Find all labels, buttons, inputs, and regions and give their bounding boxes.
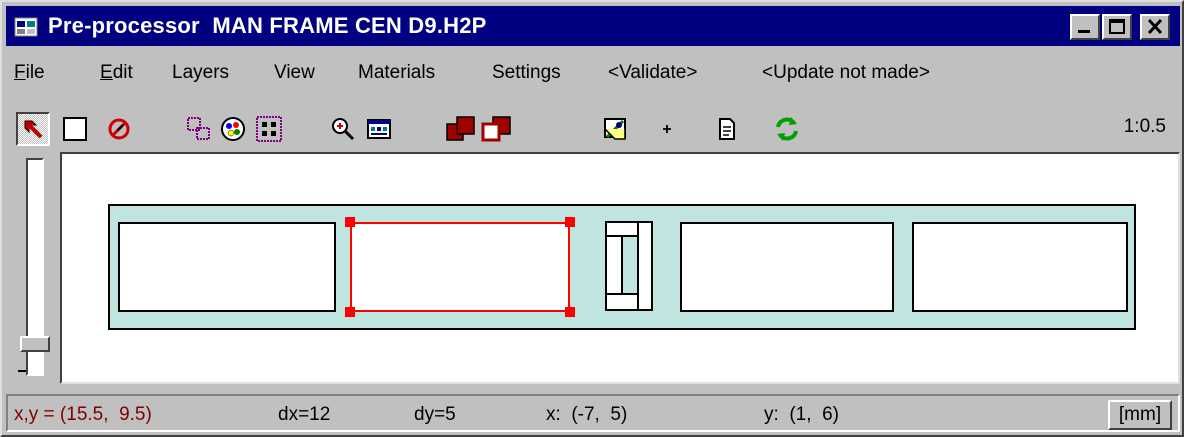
toolbar: 1:0.5	[6, 106, 1180, 152]
materials-button[interactable]	[216, 112, 250, 146]
app-window: Pre-processor MAN FRAME CEN D9.H2P File …	[0, 0, 1184, 437]
menu-file-accel: F	[14, 62, 26, 83]
filled-squares-button[interactable]	[444, 112, 478, 146]
x-range-readout: x: (-7, 5)	[546, 404, 628, 425]
grid-button[interactable]	[252, 112, 286, 146]
export-button[interactable]	[598, 112, 632, 146]
minimize-button[interactable]	[1070, 14, 1100, 40]
rectangle-tool-button[interactable]	[58, 112, 92, 146]
status-bar: x,y = (15.5, 9.5) dx=12 dy=5 x: (-7, 5) …	[6, 388, 1180, 434]
document-button[interactable]	[710, 112, 744, 146]
menu-edit[interactable]: Edit	[100, 62, 133, 84]
zoom-button[interactable]	[326, 112, 360, 146]
selection-handle[interactable]	[565, 217, 575, 227]
cell-3[interactable]	[680, 222, 894, 312]
document-icon	[719, 118, 735, 140]
outline-squares-icon	[481, 116, 511, 142]
minimize-icon	[1078, 30, 1090, 33]
add-button[interactable]	[650, 112, 684, 146]
cell-4[interactable]	[912, 222, 1128, 312]
materials-palette-icon	[221, 117, 245, 141]
y-range-readout: y: (1, 6)	[764, 404, 839, 425]
layers-button[interactable]	[182, 112, 216, 146]
menu-edit-accel: E	[100, 62, 113, 83]
plus-icon	[663, 125, 671, 133]
menu-edit-rest: dit	[112, 62, 133, 83]
cursor-coords: x,y = (15.5, 9.5)	[14, 404, 152, 425]
delete-tool-button[interactable]	[102, 112, 136, 146]
dx-readout: dx=12	[278, 404, 331, 425]
cell-1[interactable]	[118, 222, 336, 312]
zoom-in-icon	[332, 118, 355, 141]
outline-squares-button[interactable]	[480, 112, 514, 146]
export-icon	[604, 118, 626, 140]
scale-label: 1:0.5	[1123, 116, 1166, 137]
menu-validate[interactable]: <Validate>	[608, 62, 697, 84]
view-window-icon	[367, 119, 391, 139]
slider-tick	[18, 370, 26, 372]
zoom-slider[interactable]	[16, 158, 56, 378]
slider-thumb[interactable]	[20, 336, 50, 352]
window-title: Pre-processor MAN FRAME CEN D9.H2P	[48, 13, 487, 39]
menu-update-not-made[interactable]: <Update not made>	[762, 62, 930, 84]
refresh-button[interactable]	[770, 112, 804, 146]
selection-handle[interactable]	[565, 307, 575, 317]
menu-view[interactable]: View	[274, 62, 315, 84]
maximize-icon	[1109, 19, 1125, 34]
select-tool-button[interactable]	[16, 112, 50, 146]
dy-readout: dy=5	[414, 404, 456, 425]
drawing-canvas[interactable]	[60, 152, 1180, 384]
units-button[interactable]: [mm]	[1108, 400, 1172, 430]
app-name: Pre-processor	[48, 13, 200, 38]
filled-squares-icon	[446, 116, 475, 141]
selection-handle[interactable]	[345, 307, 355, 317]
menu-materials[interactable]: Materials	[358, 62, 435, 84]
delete-no-icon	[108, 118, 130, 140]
menu-file[interactable]: File	[14, 62, 45, 84]
close-button[interactable]	[1140, 14, 1170, 40]
cell-2-selected[interactable]	[350, 222, 570, 312]
title-bar[interactable]: Pre-processor MAN FRAME CEN D9.H2P	[6, 6, 1180, 46]
menu-file-rest: ile	[25, 62, 45, 83]
layers-icon	[187, 117, 210, 140]
grid-points-icon	[256, 116, 282, 142]
channel-element[interactable]	[604, 220, 660, 314]
view-window-button[interactable]	[362, 112, 396, 146]
menu-settings[interactable]: Settings	[492, 62, 561, 84]
app-icon	[14, 17, 38, 37]
menu-layers[interactable]: Layers	[172, 62, 229, 84]
refresh-icon	[776, 117, 798, 141]
status-panel: x,y = (15.5, 9.5) dx=12 dy=5 x: (-7, 5) …	[6, 394, 1180, 432]
select-pointer-icon	[24, 120, 43, 139]
file-name: MAN FRAME CEN D9.H2P	[212, 13, 487, 38]
maximize-button[interactable]	[1102, 14, 1132, 40]
close-icon	[1147, 18, 1163, 35]
rectangle-icon	[63, 117, 87, 141]
frame-section[interactable]	[108, 204, 1136, 330]
selection-handle[interactable]	[345, 217, 355, 227]
